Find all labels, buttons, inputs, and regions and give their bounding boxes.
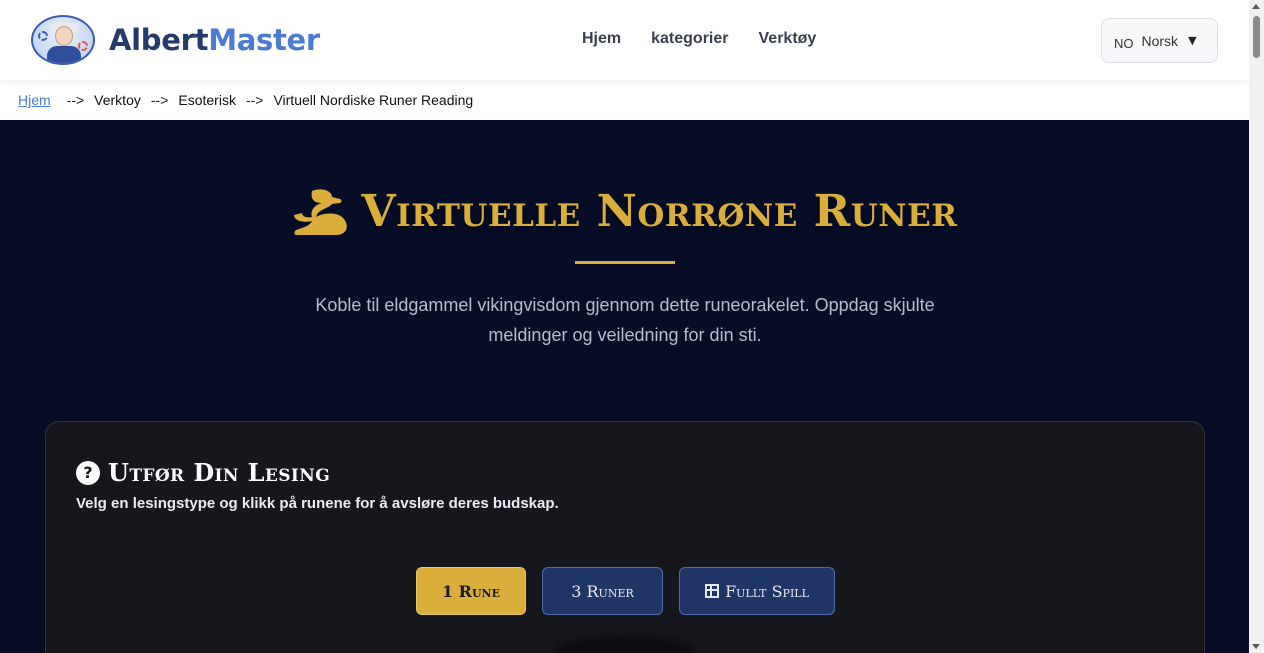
brand-name-part1: Albert [109,23,209,57]
hero-heading: Virtuelle Norrøne Runer [0,186,1249,237]
three-runes-button-label: 3 Runer [571,581,634,601]
full-spread-button-label: Fullt Spill [725,581,809,601]
scroll-down-arrow-icon[interactable] [1252,644,1260,649]
one-rune-button[interactable]: 1 Rune [416,567,526,615]
breadcrumb-separator: --> [150,92,169,108]
nav-categories[interactable]: kategorier [651,30,728,48]
grid-icon [705,584,720,598]
three-runes-button[interactable]: 3 Runer [542,567,663,615]
brand-name: AlbertMaster [109,23,320,57]
one-rune-button-label: 1 Rune [441,581,501,601]
brand-logo-link[interactable]: AlbertMaster [31,15,320,65]
breadcrumb-current: Virtuell Nordiske Runer Reading [273,92,474,108]
reading-card: ? Utfør Din Lesing Velg en lesingstype o… [45,421,1205,653]
top-navbar: AlbertMaster Hjem kategorier Verktøy NO … [0,0,1249,80]
language-name: Norsk [1141,32,1179,49]
page-title: Virtuelle Norrøne Runer [361,186,958,237]
language-code: NO [1114,36,1134,51]
scrollbar-thumb[interactable] [1253,16,1260,58]
nav-tools[interactable]: Verktøy [759,30,817,48]
breadcrumb: Hjem --> Verktoy --> Esoterisk --> Virtu… [0,80,1249,120]
scroll-up-arrow-icon[interactable] [1252,4,1260,9]
reading-card-title: Utfør Din Lesing [108,458,331,487]
page-subtitle: Koble til eldgammel vikingvisdom gjennom… [315,295,935,345]
breadcrumb-separator: --> [66,92,85,108]
logo-badge-icon [31,15,95,65]
brand-name-part2: Master [208,23,320,57]
caret-down-icon: ▼ [1188,34,1197,47]
breadcrumb-separator: --> [245,92,264,108]
reading-type-buttons: 1 Rune 3 Runer Fullt Spill [416,567,835,615]
language-select[interactable]: NO Norsk ▼ [1101,18,1218,63]
page-scrollbar[interactable] [1249,0,1264,653]
full-spread-button[interactable]: Fullt Spill [679,567,835,615]
reading-card-header: ? Utfør Din Lesing [76,458,330,487]
nav-home[interactable]: Hjem [582,30,621,48]
breadcrumb-tools[interactable]: Verktoy [94,92,141,108]
breadcrumb-esoteric[interactable]: Esoterisk [178,92,236,108]
reading-card-description: Velg en lesingstype og klikk på runene f… [76,495,559,512]
question-circle-icon: ? [76,460,100,485]
snake-icon [293,188,347,235]
title-divider [575,261,675,264]
breadcrumb-home[interactable]: Hjem [18,92,51,108]
